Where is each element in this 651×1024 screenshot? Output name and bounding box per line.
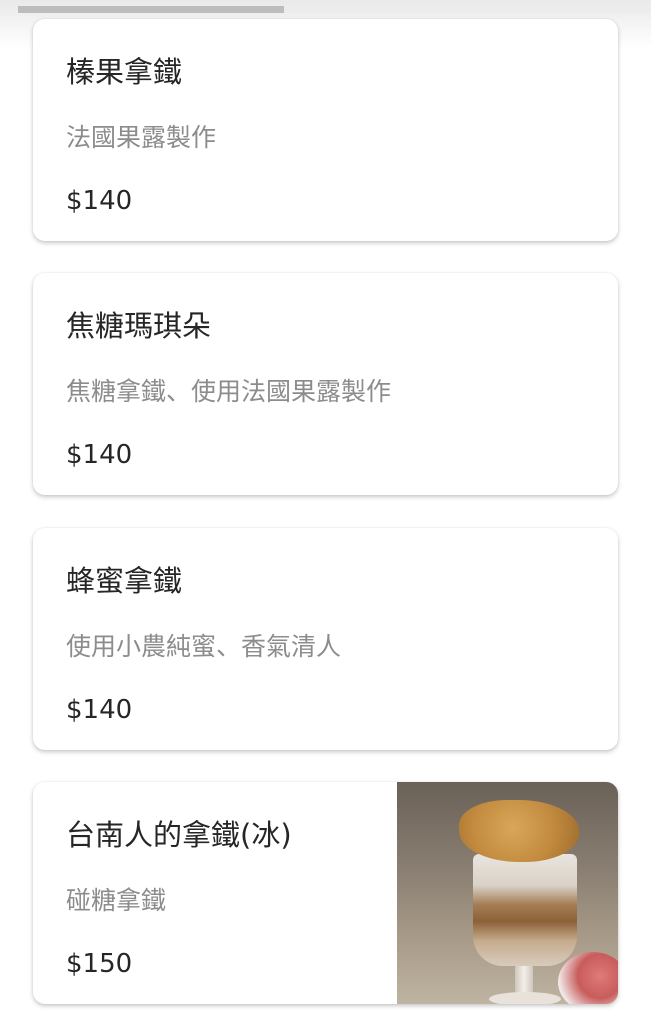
menu-item-price: $140 xyxy=(66,186,133,216)
brulee-topping-shape xyxy=(459,800,579,862)
menu-item-price: $150 xyxy=(66,949,133,979)
horizontal-scrollbar[interactable] xyxy=(18,6,651,13)
menu-item-price: $140 xyxy=(66,440,133,470)
glass-base-shape xyxy=(489,992,561,1004)
menu-item-card[interactable]: 台南人的拿鐵(冰) 碰糖拿鐵 $150 xyxy=(33,782,618,1004)
menu-item-card[interactable]: 蜂蜜拿鐵 使用小農純蜜、香氣清人 $140 xyxy=(33,528,618,750)
menu-item-description: 焦糖拿鐵、使用法國果露製作 xyxy=(66,377,392,406)
iced-latte-photo xyxy=(397,782,618,1004)
menu-item-card[interactable]: 榛果拿鐵 法國果露製作 $140 xyxy=(33,19,618,241)
menu-item-description: 法國果露製作 xyxy=(66,123,217,152)
menu-item-name: 榛果拿鐵 xyxy=(66,55,183,89)
menu-item-card[interactable]: 焦糖瑪琪朵 焦糖拿鐵、使用法國果露製作 $140 xyxy=(33,273,618,495)
menu-item-name: 蜂蜜拿鐵 xyxy=(66,564,183,598)
menu-item-name: 焦糖瑪琪朵 xyxy=(66,309,212,343)
menu-item-price: $140 xyxy=(66,695,133,725)
menu-item-description: 使用小農純蜜、香氣清人 xyxy=(66,632,342,661)
menu-item-name: 台南人的拿鐵(冰) xyxy=(66,818,292,852)
dessert-plate-shape xyxy=(558,952,618,1004)
menu-item-description: 碰糖拿鐵 xyxy=(66,886,167,915)
scrollbar-thumb[interactable] xyxy=(18,6,284,13)
glass-shape xyxy=(473,854,577,966)
